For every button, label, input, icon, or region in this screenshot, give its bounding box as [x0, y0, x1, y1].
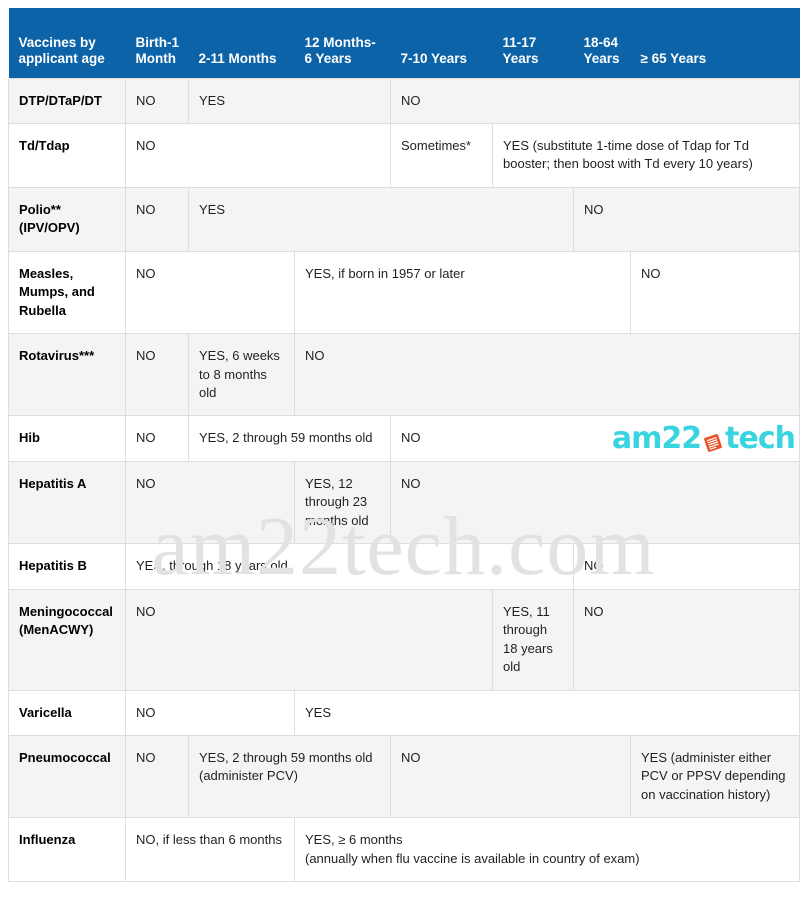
logo-suffix-text: tech — [725, 421, 796, 456]
table-row: Meningococcal (MenACWY) NO YES, 11 through… — [8, 588, 800, 691]
requirement-cell: YES, 11 through 18 years old — [492, 588, 574, 691]
column-header-1: Birth-1 Month — [125, 8, 189, 78]
requirement-cell: NO — [294, 333, 800, 417]
am22tech-logo: am22 tech — [611, 421, 796, 456]
requirement-cell: YES (substitute 1-time dose of Tdap for … — [492, 122, 800, 188]
requirement-cell: YES, through 18 years old — [125, 543, 574, 590]
requirement-cell: NO — [390, 460, 800, 545]
vaccine-name-cell: Pneumococcal — [8, 735, 126, 819]
requirement-cell: YES, ≥ 6 months (annually when flu vacci… — [294, 817, 800, 883]
column-header-6: 18-64 Years — [573, 8, 631, 78]
table-row: Rotavirus*** NO YES, 6 weeks to 8 months o… — [8, 333, 800, 417]
requirement-cell: YES (administer either PCV or PPSV depen… — [630, 735, 800, 819]
table-row: Hepatitis B YES, through 18 years old NO — [8, 543, 800, 590]
requirement-cell: NO — [125, 122, 391, 188]
column-header-4: 7-10 Years — [390, 8, 493, 78]
vaccine-name-cell: Hib — [8, 415, 126, 462]
requirement-cell: NO — [125, 415, 189, 462]
requirement-cell: Sometimes* — [390, 122, 493, 188]
table-header-row: Vaccines by applicant age Birth-1 Month 2-… — [8, 8, 800, 78]
table-header: Vaccines by applicant age Birth-1 Month 2-… — [8, 8, 800, 78]
vaccine-name-cell: Influenza — [8, 817, 126, 883]
vaccine-name-cell: Meningococcal (MenACWY) — [8, 588, 126, 691]
table-row: Influenza NO, if less than 6 months YES, ≥… — [8, 817, 800, 883]
column-header-3: 12 Months-6 Years — [294, 8, 391, 78]
vaccine-name-cell: Varicella — [8, 689, 126, 737]
table-row: Td/Tdap NO Sometimes* YES (substitute 1-tim… — [8, 122, 800, 188]
requirement-cell: YES, 6 weeks to 8 months old — [188, 333, 295, 417]
table-row: Varicella NO YES — [8, 689, 800, 737]
requirement-cell: NO — [125, 77, 189, 124]
table-row: DTP/DTaP/DT NO YES NO — [8, 77, 800, 124]
vaccine-name-cell: Hepatitis A — [8, 460, 126, 545]
requirement-cell: YES, 12 through 23 months old — [294, 460, 391, 545]
requirement-cell: NO — [630, 250, 800, 335]
vaccine-name-cell: Rotavirus*** — [8, 333, 126, 417]
requirement-cell: NO — [573, 588, 800, 691]
logo-prefix-text: am22 — [611, 421, 702, 456]
table-row: Polio** (IPV/OPV) NO YES NO — [8, 186, 800, 252]
vaccine-name-cell: Td/Tdap — [8, 122, 126, 188]
column-header-7: ≥ 65 Years — [630, 8, 800, 78]
requirement-cell: YES, 2 through 59 months old (administer… — [188, 735, 391, 819]
requirement-cell: NO — [125, 333, 189, 417]
requirement-cell: NO — [125, 689, 295, 737]
logo-book-icon — [702, 430, 724, 452]
requirement-cell: NO, if less than 6 months — [125, 817, 295, 883]
requirement-cell: NO — [390, 77, 800, 124]
table-body: DTP/DTaP/DT NO YES NO Td/Tdap NO Sometimes* YES… — [8, 77, 800, 883]
requirement-cell: NO — [125, 250, 295, 335]
table-row: Hepatitis A NO YES, 12 through 23 months o… — [8, 460, 800, 545]
column-header-5: 11-17 Years — [492, 8, 574, 78]
requirement-cell: NO — [125, 735, 189, 819]
vaccination-requirements-page: am22tech.com am22 tech Vaccines by appli… — [0, 0, 807, 910]
requirement-cell: YES, 2 through 59 months old — [188, 415, 391, 462]
requirement-cell: NO — [390, 735, 631, 819]
column-header-0: Vaccines by applicant age — [8, 8, 126, 78]
vaccine-name-cell: Hepatitis B — [8, 543, 126, 590]
vaccine-name-cell: DTP/DTaP/DT — [8, 77, 126, 124]
requirement-cell: NO — [573, 543, 800, 590]
requirement-cell: YES — [188, 77, 391, 124]
column-header-2: 2-11 Months — [188, 8, 295, 78]
requirement-cell: YES — [188, 186, 574, 252]
requirement-cell: NO — [573, 186, 800, 252]
requirement-cell: YES — [294, 689, 800, 737]
vaccine-name-cell: Polio** (IPV/OPV) — [8, 186, 126, 252]
vaccine-name-cell: Measles, Mumps, and Rubella — [8, 250, 126, 335]
table-row: Measles, Mumps, and Rubella NO YES, if bor… — [8, 250, 800, 335]
requirement-cell: NO — [125, 588, 493, 691]
table-row: Pneumococcal NO YES, 2 through 59 months o… — [8, 735, 800, 819]
requirement-cell: NO — [125, 186, 189, 252]
requirement-cell: NO — [125, 460, 295, 545]
requirement-cell: YES, if born in 1957 or later — [294, 250, 631, 335]
